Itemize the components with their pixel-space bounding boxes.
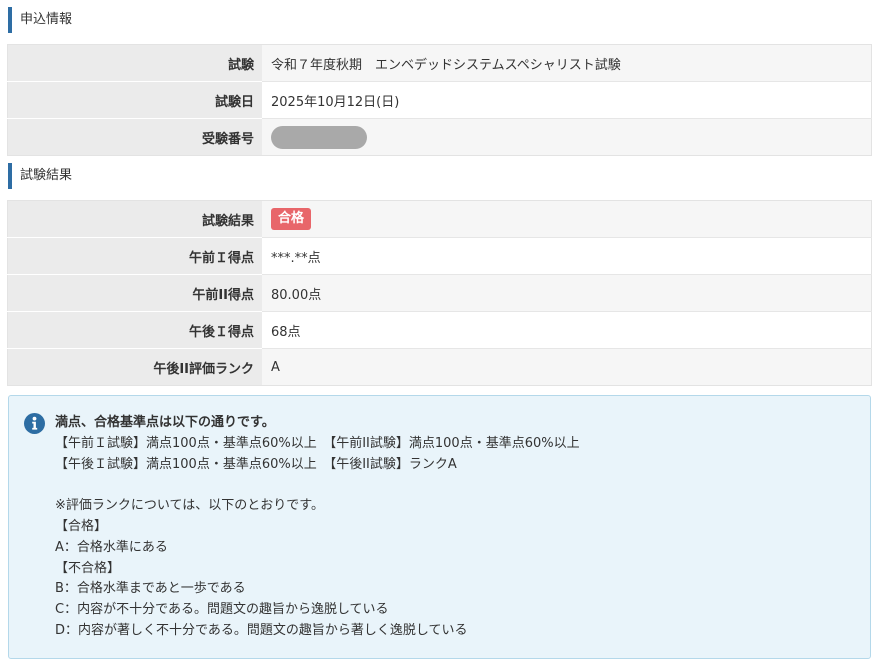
- table-row: 午前Ｉ得点 ***.**点: [7, 237, 872, 275]
- criteria-text: 満点、合格基準点は以下の通りです。 【午前Ｉ試験】満点100点・基準点60%以上…: [55, 413, 580, 642]
- exam-value: 令和７年度秋期 エンベデッドシステムスペシャリスト試験: [262, 44, 872, 82]
- info-circle-icon: [24, 413, 45, 434]
- table-row: 試験結果 合格: [7, 200, 872, 238]
- table-row: 試験 令和７年度秋期 エンベデッドシステムスペシャリスト試験: [7, 44, 872, 82]
- application-info-table: 試験 令和７年度秋期 エンベデッドシステムスペシャリスト試験 試験日 2025年…: [7, 44, 872, 156]
- result-label: 試験結果: [7, 200, 262, 238]
- table-row: 試験日 2025年10月12日(日): [7, 81, 872, 119]
- criteria-line: D：内容が著しく不十分である。問題文の趣旨から著しく逸脱している: [55, 622, 468, 638]
- exam-label: 試験: [7, 44, 262, 82]
- application-info-heading: 申込情報: [8, 7, 72, 33]
- pm2-rank-label: 午後II評価ランク: [7, 348, 262, 386]
- am2-score-label: 午前II得点: [7, 274, 262, 312]
- masked-examinee-number: [271, 125, 367, 149]
- pm1-score-label: 午後Ｉ得点: [7, 311, 262, 349]
- criteria-line: 【合格】: [55, 518, 108, 534]
- pass-badge: 合格: [271, 208, 312, 230]
- result-cell: 合格: [262, 200, 872, 238]
- table-row: 午後II評価ランク A: [7, 348, 872, 386]
- criteria-line: B：合格水準まであと一歩である: [55, 581, 246, 597]
- criteria-line: [55, 475, 580, 496]
- examinee-number-label: 受験番号: [7, 118, 262, 156]
- table-row: 受験番号: [7, 118, 872, 156]
- table-row: 午後Ｉ得点 68点: [7, 311, 872, 349]
- exam-date-label: 試験日: [7, 81, 262, 119]
- am1-score-value: ***.**点: [262, 237, 872, 275]
- table-row: 午前II得点 80.00点: [7, 274, 872, 312]
- criteria-line: 【午後Ｉ試験】満点100点・基準点60%以上 【午後II試験】ランクA: [55, 456, 457, 472]
- exam-date-value: 2025年10月12日(日): [262, 81, 872, 119]
- criteria-line: 【不合格】: [55, 560, 121, 576]
- exam-result-heading: 試験結果: [8, 163, 72, 189]
- criteria-line: 【午前Ｉ試験】満点100点・基準点60%以上 【午前II試験】満点100点・基準…: [55, 435, 580, 451]
- am2-score-value: 80.00点: [262, 274, 872, 312]
- criteria-line: C：内容が不十分である。問題文の趣旨から逸脱している: [55, 602, 389, 618]
- pm1-score-value: 68点: [262, 311, 872, 349]
- am1-score-label: 午前Ｉ得点: [7, 237, 262, 275]
- examinee-number-cell: [262, 118, 872, 156]
- pm2-rank-value: A: [262, 348, 872, 386]
- criteria-info-box: 満点、合格基準点は以下の通りです。 【午前Ｉ試験】満点100点・基準点60%以上…: [8, 395, 871, 659]
- exam-result-table: 試験結果 合格 午前Ｉ得点 ***.**点 午前II得点 80.00点 午後Ｉ得…: [7, 200, 872, 386]
- criteria-title: 満点、合格基準点は以下の通りです。: [55, 415, 275, 430]
- criteria-line: A：合格水準にある: [55, 539, 168, 555]
- criteria-line: ※評価ランクについては、以下のとおりです。: [55, 498, 324, 514]
